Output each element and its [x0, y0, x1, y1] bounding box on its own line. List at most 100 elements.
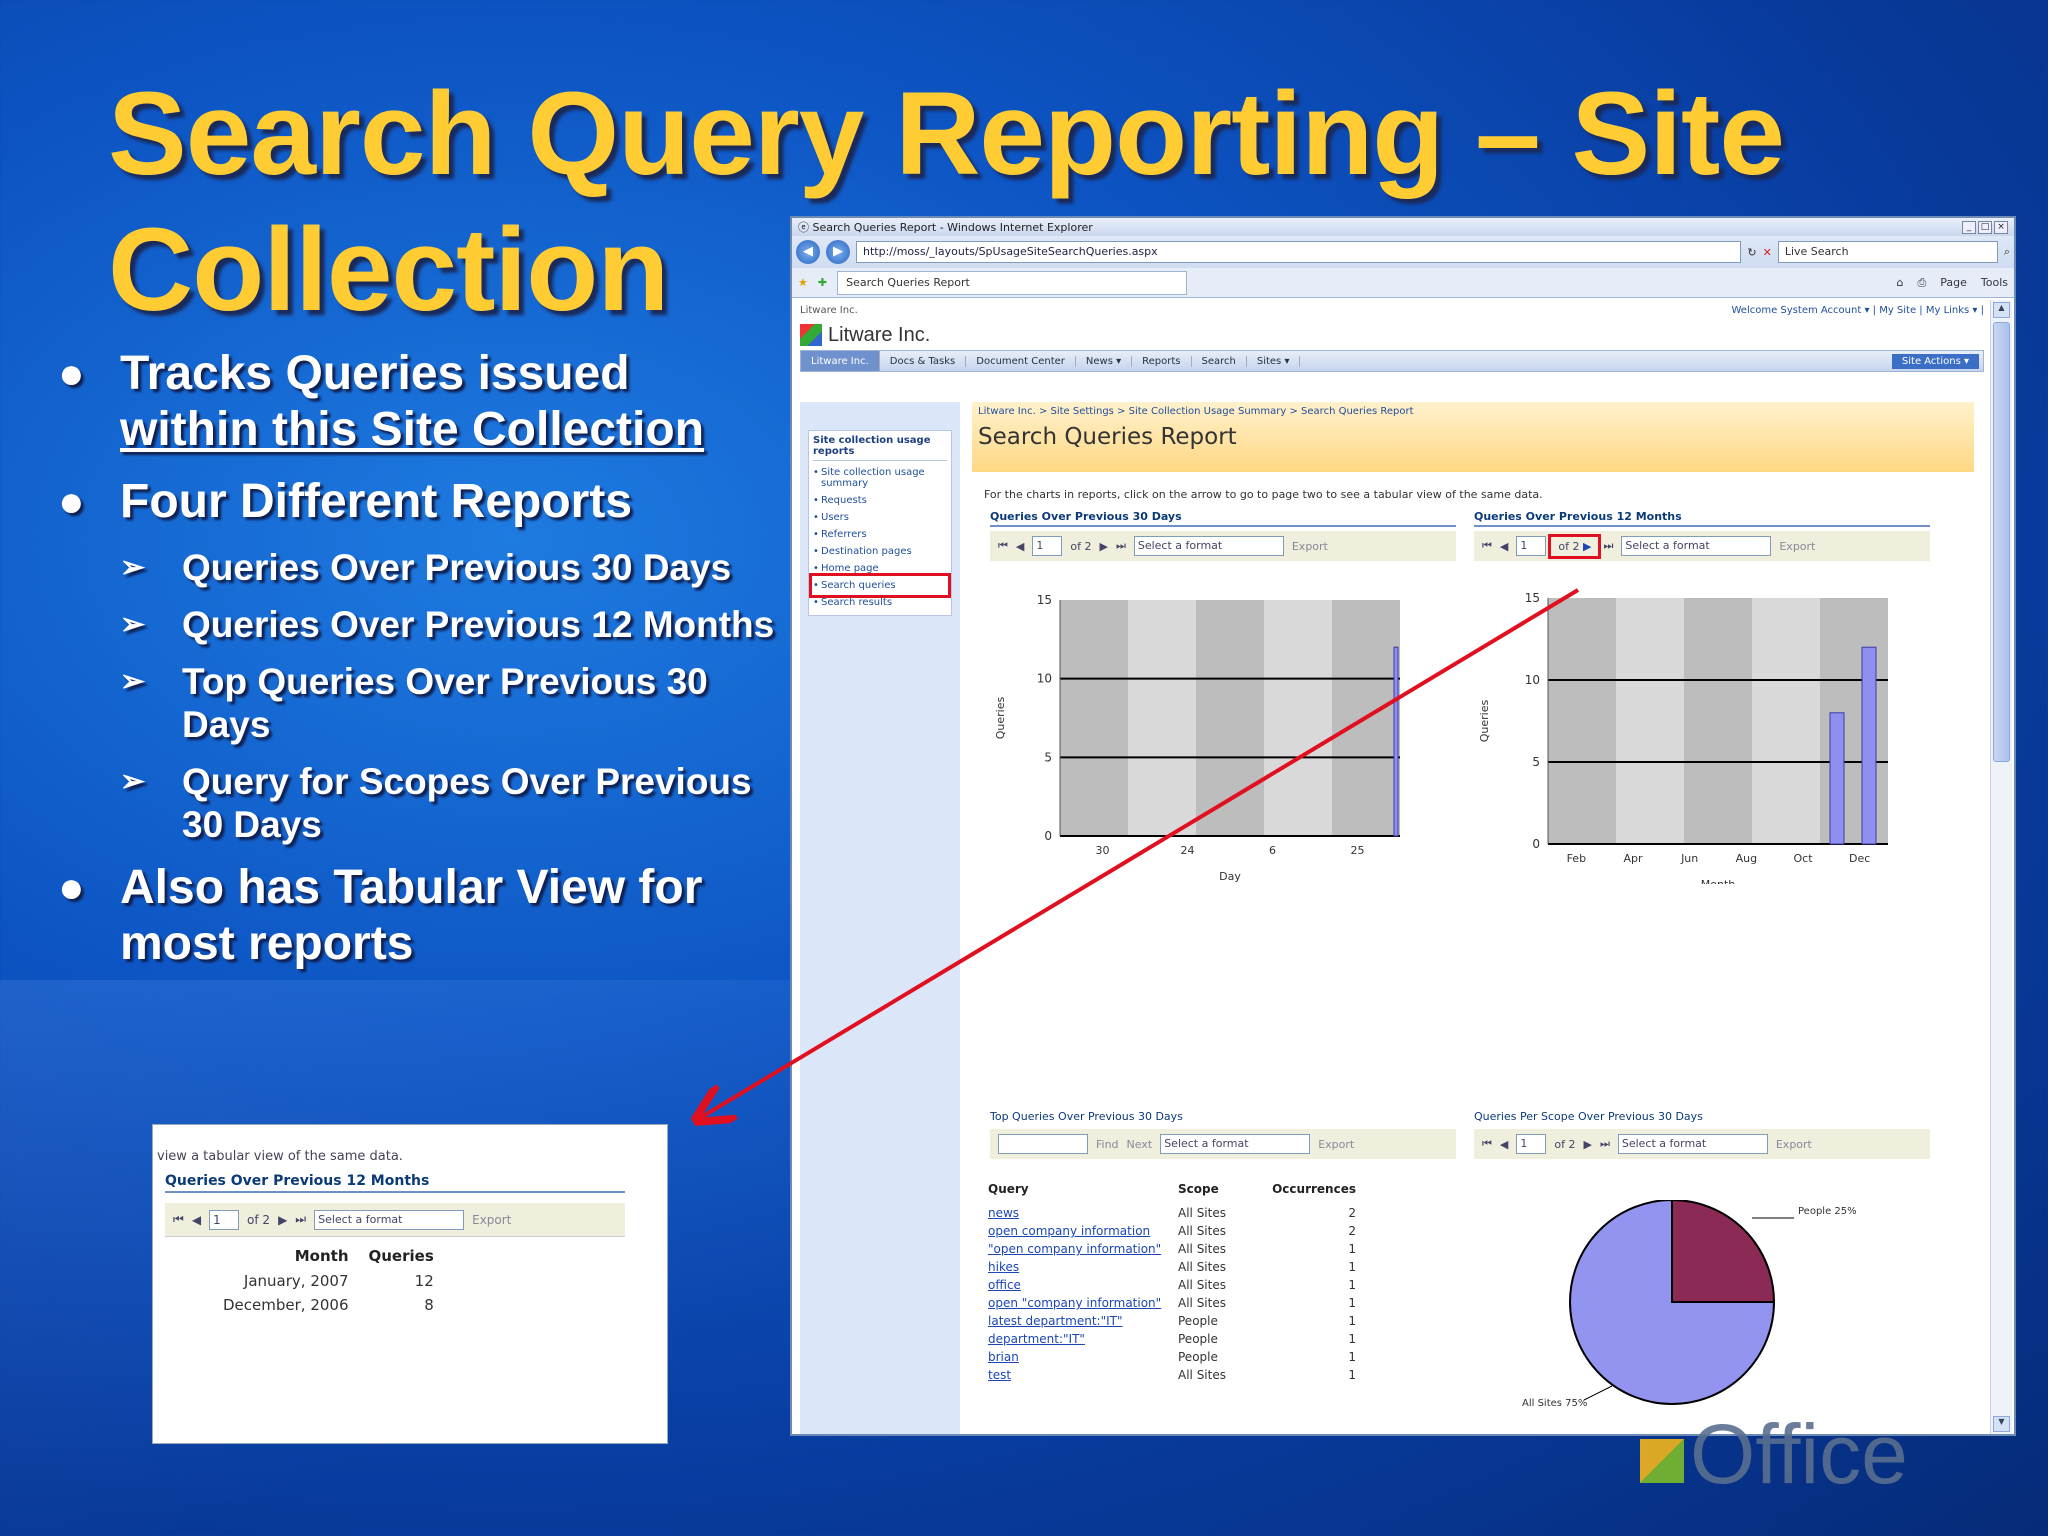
- forward-icon[interactable]: ▶: [826, 240, 850, 264]
- nav-tab-home[interactable]: Litware Inc.: [801, 351, 880, 371]
- last-page-icon[interactable]: ⏭: [295, 1212, 306, 1227]
- query-link[interactable]: department:"IT": [984, 1330, 1174, 1348]
- scroll-down-icon[interactable]: ▼: [1993, 1416, 2010, 1432]
- site-actions-button[interactable]: Site Actions ▾: [1891, 353, 1979, 369]
- url-field[interactable]: http://moss/_layouts/SpUsageSiteSearchQu…: [856, 241, 1742, 263]
- left-nav-item[interactable]: Site collection usage summary: [813, 464, 947, 492]
- minimize-button[interactable]: _: [1962, 220, 1976, 234]
- left-nav-item[interactable]: Search results: [813, 594, 947, 611]
- format-select[interactable]: Select a format: [1133, 536, 1284, 556]
- bullet-list: ● Tracks Queries issued within this Site…: [58, 346, 798, 988]
- query-link[interactable]: office: [984, 1276, 1174, 1294]
- left-nav-item[interactable]: Referrers: [813, 526, 947, 543]
- page-input[interactable]: 1: [209, 1209, 240, 1230]
- maximize-button[interactable]: □: [1978, 220, 1992, 234]
- print-icon[interactable]: ⎙: [1917, 276, 1926, 290]
- page-input[interactable]: 1: [1516, 536, 1547, 556]
- search-icon[interactable]: ⌕: [2004, 245, 2010, 259]
- inset-table: Month Queries January, 2007 12 December,…: [213, 1243, 444, 1317]
- format-select[interactable]: Select a format: [1621, 536, 1772, 556]
- panel-header: Queries Over Previous 30 Days: [990, 510, 1456, 527]
- window-controls: _ □ ×: [1962, 220, 2008, 234]
- query-link[interactable]: open company information: [984, 1222, 1174, 1240]
- page-of-label: of 2: [247, 1212, 271, 1227]
- export-link[interactable]: Export: [1776, 1138, 1812, 1151]
- next-page-icon[interactable]: ▶: [1099, 540, 1107, 553]
- first-page-icon[interactable]: ⏮: [173, 1212, 184, 1227]
- next-page-icon[interactable]: ▶: [1583, 1138, 1591, 1151]
- export-link[interactable]: Export: [1292, 540, 1328, 553]
- export-link[interactable]: Export: [472, 1213, 511, 1227]
- browser-window: ⓔ Search Queries Report - Windows Intern…: [790, 216, 2016, 1436]
- find-link[interactable]: Find: [1096, 1138, 1119, 1151]
- nav-tab-reports[interactable]: Reports: [1132, 355, 1192, 367]
- prev-page-icon[interactable]: ◀: [1016, 540, 1024, 553]
- browser-tab[interactable]: Search Queries Report: [837, 270, 1188, 295]
- first-page-icon[interactable]: ⏮: [1482, 1137, 1492, 1151]
- prev-page-icon[interactable]: ◀: [192, 1213, 201, 1227]
- favorites-star-icon[interactable]: ★: [798, 276, 808, 289]
- format-select[interactable]: Select a format: [314, 1209, 465, 1230]
- table-cell: January, 2007: [243, 1272, 349, 1290]
- prev-page-icon[interactable]: ◀: [1500, 540, 1508, 553]
- chart-queries-12-months: 0 5 10 15 Feb Apr Jun Aug Oct Dec Month Queries: [1478, 591, 1888, 884]
- left-nav-item[interactable]: Home page: [813, 560, 947, 577]
- plot-band: [1128, 600, 1196, 836]
- back-icon[interactable]: ◀: [796, 240, 820, 264]
- site-title[interactable]: Litware Inc.: [828, 324, 930, 347]
- nav-tab-news[interactable]: News ▾: [1076, 355, 1133, 367]
- left-nav-item[interactable]: Destination pages: [813, 543, 947, 560]
- scroll-up-icon[interactable]: ▲: [1993, 302, 2010, 318]
- prev-page-icon[interactable]: ◀: [1500, 1138, 1508, 1151]
- first-page-icon[interactable]: ⏮: [998, 539, 1008, 553]
- export-link[interactable]: Export: [1779, 540, 1815, 553]
- last-page-icon[interactable]: ⏭: [1600, 1137, 1610, 1151]
- page-menu[interactable]: Page: [1940, 276, 1967, 290]
- site-name-small[interactable]: Litware Inc.: [800, 305, 858, 316]
- vertical-scrollbar[interactable]: ▲ ▼: [1990, 300, 2012, 1434]
- next-link[interactable]: Next: [1127, 1138, 1153, 1151]
- query-link[interactable]: open "company information": [984, 1294, 1174, 1312]
- nav-tab-search[interactable]: Search: [1192, 355, 1247, 367]
- nav-tab-docs[interactable]: Docs & Tasks: [880, 355, 967, 367]
- first-page-icon[interactable]: ⏮: [1482, 539, 1492, 553]
- column-header-query: Query: [988, 1182, 1029, 1196]
- occurrences-cell: 2: [1348, 1206, 1356, 1220]
- last-page-icon[interactable]: ⏭: [1603, 539, 1613, 553]
- tools-menu[interactable]: Tools: [1981, 276, 2008, 290]
- next-page-icon[interactable]: ▶: [278, 1213, 287, 1227]
- query-link[interactable]: test: [984, 1366, 1174, 1384]
- home-icon[interactable]: ⌂: [1896, 276, 1903, 290]
- table-row: open company information All Sites 2: [984, 1222, 1362, 1240]
- nav-tab-document-center[interactable]: Document Center: [966, 355, 1076, 367]
- live-search-input[interactable]: Live Search: [1777, 241, 1998, 263]
- query-link[interactable]: latest department:"IT": [984, 1312, 1174, 1330]
- nav-tab-sites[interactable]: Sites ▾: [1247, 355, 1301, 367]
- breadcrumb[interactable]: Litware Inc. > Site Settings > Site Coll…: [978, 406, 1414, 417]
- page-of-label-highlighted[interactable]: of 2 ▶: [1548, 533, 1602, 559]
- page-input[interactable]: 1: [1516, 1134, 1547, 1154]
- table-row: brian People 1: [984, 1348, 1362, 1366]
- query-link[interactable]: brian: [984, 1348, 1174, 1366]
- office-logo-text: Office: [1690, 1407, 1908, 1501]
- scope-cell: People: [1178, 1350, 1218, 1364]
- add-favorites-icon[interactable]: ✚: [818, 276, 827, 289]
- refresh-icon[interactable]: ↻: [1747, 246, 1756, 259]
- scroll-thumb[interactable]: [1993, 322, 2010, 762]
- export-link[interactable]: Export: [1318, 1138, 1354, 1151]
- welcome-links[interactable]: Welcome System Account ▾ | My Site | My …: [1732, 305, 1985, 316]
- last-page-icon[interactable]: ⏭: [1116, 539, 1126, 553]
- left-nav-item-search-queries[interactable]: Search queries: [809, 573, 951, 598]
- format-select[interactable]: Select a format: [1160, 1134, 1311, 1154]
- left-nav-item[interactable]: Requests: [813, 492, 947, 509]
- left-nav-item[interactable]: Users: [813, 509, 947, 526]
- query-link[interactable]: "open company information": [984, 1240, 1174, 1258]
- query-link[interactable]: news: [984, 1204, 1174, 1222]
- format-select[interactable]: Select a format: [1617, 1134, 1768, 1154]
- next-page-icon[interactable]: ▶: [1583, 540, 1591, 553]
- page-input[interactable]: 1: [1032, 536, 1063, 556]
- find-input[interactable]: [998, 1134, 1088, 1154]
- close-button[interactable]: ×: [1994, 220, 2008, 234]
- stop-icon[interactable]: ✕: [1763, 246, 1772, 259]
- query-link[interactable]: hikes: [984, 1258, 1174, 1276]
